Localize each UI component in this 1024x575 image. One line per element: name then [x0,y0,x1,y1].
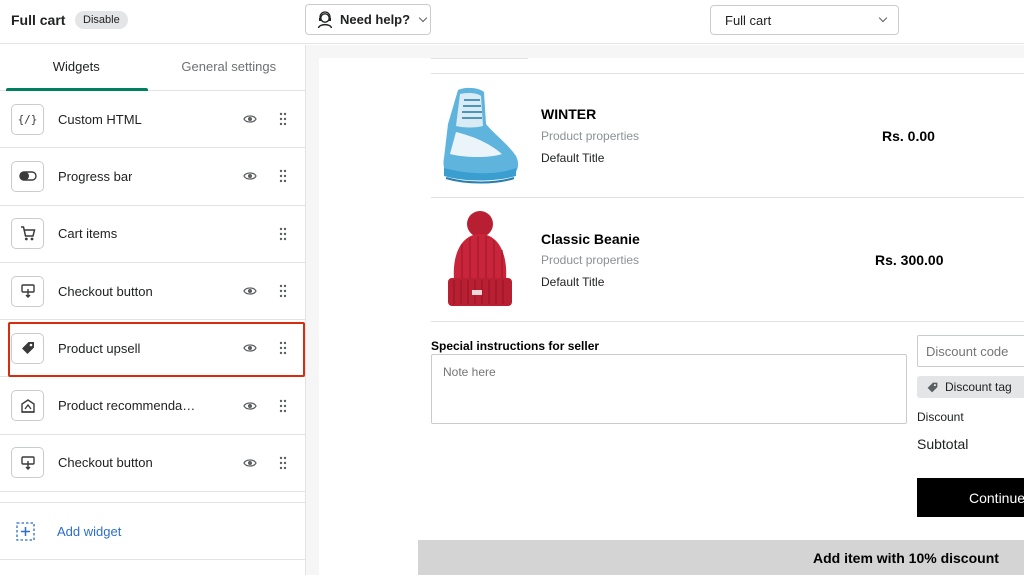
need-help-label: Need help? [340,12,411,27]
checkout-icon [11,447,44,479]
cart-item-name[interactable]: WINTER [541,106,596,122]
widget-label: Cart items [58,226,118,242]
widget-item-product-recommendations[interactable]: Product recommendat… [0,377,305,435]
upsell-banner-label: Add item with 10% discount [813,549,999,566]
eye-icon[interactable] [243,341,257,355]
add-square-icon [16,521,35,541]
code-icon: {/} [11,103,44,135]
drag-handle-icon[interactable] [278,284,288,298]
widget-label: Progress bar [58,168,133,184]
sidebar: Widgets General settings {/} Custom HTML… [0,45,306,575]
tab-widgets[interactable]: Widgets [0,45,153,90]
eye-icon[interactable] [243,284,257,298]
cart-item-price: Rs. 0.00 [882,128,935,144]
tag-icon [927,382,938,392]
widget-label: Product upsell [58,340,141,356]
eye-icon[interactable] [243,399,257,413]
divider [431,197,1024,198]
drag-handle-icon[interactable] [278,456,288,470]
widget-item-progress-bar[interactable]: Progress bar [0,148,305,206]
tab-general-settings[interactable]: General settings [153,45,306,90]
discount-label: Discount [917,410,964,424]
top-bar: Full cart Disable Need help? Full cart [0,0,1024,44]
widget-label: Product recommendat… [58,398,198,414]
sidebar-tabs: Widgets General settings [0,45,305,91]
cart-icon [11,218,44,250]
divider [431,73,1024,74]
widget-item-cart-items[interactable]: Cart items [0,206,305,263]
eye-icon[interactable] [243,112,257,126]
cart-item-variant: Default Title [541,151,605,165]
product-image-beanie[interactable] [444,210,516,310]
widget-item-custom-html[interactable]: {/} Custom HTML [0,91,305,149]
eye-icon[interactable] [243,169,257,183]
cart-item-properties: Product properties [541,253,640,267]
drag-handle-icon[interactable] [278,112,288,126]
drag-handle-icon[interactable] [278,227,288,241]
widget-label: Checkout button [58,455,153,471]
status-badge[interactable]: Disable [75,11,128,29]
divider [431,58,528,59]
support-agent-icon [317,10,333,28]
subtotal-label: Subtotal [917,436,969,452]
template-select[interactable]: Full cart [710,5,899,35]
special-instructions-label: Special instructions for seller [431,339,600,353]
continue-button[interactable]: Continue [917,478,1024,517]
divider [431,321,1024,322]
template-select-value: Full cart [725,12,772,28]
widget-label: Custom HTML [58,111,142,127]
cart-item-name[interactable]: Classic Beanie [541,231,640,247]
drag-handle-icon[interactable] [278,169,288,183]
upsell-banner[interactable]: Add item with 10% discount [418,540,1024,575]
chevron-down-icon [878,13,888,23]
discount-tag-label: Discount tag [945,380,1012,394]
add-widget-button[interactable]: Add widget [0,502,305,560]
checkout-icon [11,275,44,307]
toggle-icon [11,160,44,192]
discount-tag-chip[interactable]: Discount tag [917,376,1024,398]
cart-item-price: Rs. 300.00 [875,252,944,268]
widget-list: {/} Custom HTML Progress bar Cart items [0,91,305,493]
drag-handle-icon[interactable] [278,399,288,413]
widget-label: Checkout button [58,283,153,299]
cart-item-variant: Default Title [541,275,605,289]
page-title: Full cart [11,12,66,28]
widget-item-product-upsell[interactable]: Product upsell [0,320,305,378]
recommendation-icon [11,390,44,422]
product-image-snowboard-boot[interactable] [436,84,524,186]
drag-handle-icon[interactable] [278,341,288,355]
tag-icon [11,332,44,364]
discount-code-input[interactable] [917,335,1024,367]
special-instructions-input[interactable] [431,354,907,424]
need-help-button[interactable]: Need help? [305,4,431,35]
cart-item-properties: Product properties [541,129,640,143]
widget-item-checkout-button[interactable]: Checkout button [0,263,305,321]
chevron-down-icon [418,13,428,22]
add-widget-label: Add widget [57,523,122,539]
widget-item-checkout-button-2[interactable]: Checkout button [0,435,305,493]
eye-icon[interactable] [243,456,257,470]
